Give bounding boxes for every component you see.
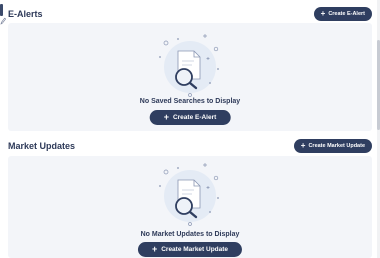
create-market-update-label: Create Market Update xyxy=(161,246,229,253)
market-updates-title: Market Updates xyxy=(8,141,76,151)
create-market-update-header-button[interactable]: + Create Market Update xyxy=(293,139,372,153)
plus-icon: + xyxy=(320,9,326,18)
create-market-update-button[interactable]: + Create Market Update xyxy=(137,242,243,257)
edit-icon[interactable] xyxy=(0,17,6,25)
document-search-icon xyxy=(159,34,219,97)
left-rail xyxy=(0,0,4,258)
market-updates-empty-panel: No Market Updates to Display + Create Ma… xyxy=(8,156,372,258)
create-ealert-label: Create E-Alert xyxy=(172,114,217,121)
create-ealert-button[interactable]: + Create E-Alert xyxy=(149,110,231,125)
document-search-icon xyxy=(159,163,219,226)
create-market-update-header-label: Create Market Update xyxy=(308,143,365,149)
ealerts-title: E-Alerts xyxy=(8,9,43,19)
ealerts-empty-title: No Saved Searches to Display xyxy=(139,98,241,105)
market-updates-empty-title: No Market Updates to Display xyxy=(140,231,240,238)
market-updates-header: Market Updates + Create Market Update xyxy=(8,138,372,154)
create-ealert-header-label: Create E-Alert xyxy=(328,11,365,17)
plus-icon: + xyxy=(151,244,158,254)
ealerts-empty-panel: No Saved Searches to Display + Create E-… xyxy=(8,23,372,131)
ealerts-header: E-Alerts + Create E-Alert xyxy=(8,6,372,22)
plus-icon: + xyxy=(300,141,306,150)
create-ealert-header-button[interactable]: + Create E-Alert xyxy=(313,7,372,21)
rail-indicator xyxy=(0,4,3,16)
plus-icon: + xyxy=(163,112,169,122)
